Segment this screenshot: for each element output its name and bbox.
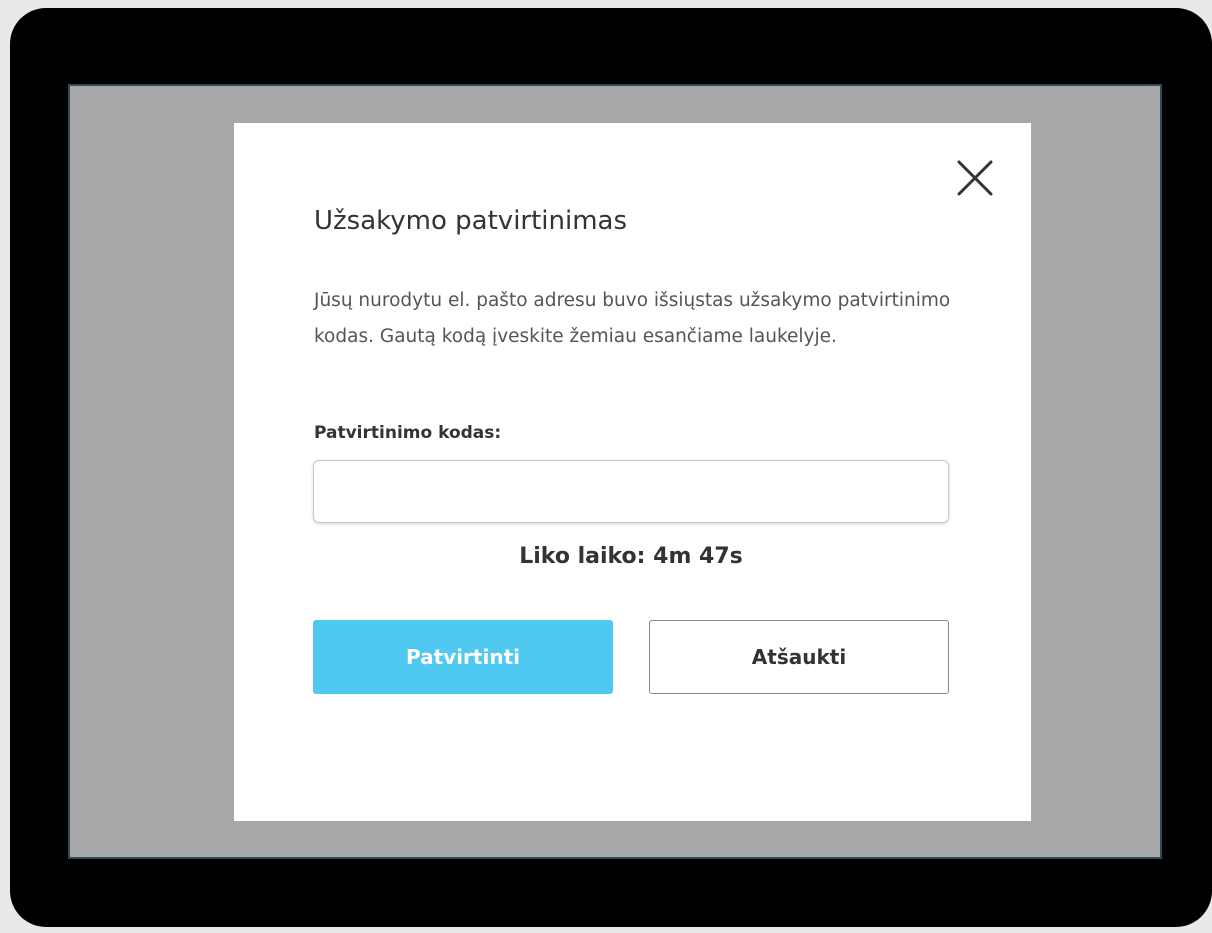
- cancel-button[interactable]: Atšaukti: [649, 620, 949, 694]
- timer-label: Liko laiko:: [519, 544, 646, 569]
- modal-title: Užsakymo patvirtinimas: [314, 206, 628, 236]
- time-remaining: Liko laiko: 4m 47s: [313, 544, 949, 569]
- confirmation-modal: Užsakymo patvirtinimas Jūsų nurodytu el.…: [234, 123, 1031, 821]
- confirmation-code-input[interactable]: [313, 460, 949, 523]
- modal-description: Jūsų nurodytu el. pašto adresu buvo išsi…: [314, 290, 951, 347]
- close-icon: [957, 160, 993, 196]
- code-field-label: Patvirtinimo kodas:: [314, 423, 502, 443]
- close-button[interactable]: [952, 155, 998, 201]
- timer-value: 4m 47s: [653, 544, 743, 569]
- confirm-button[interactable]: Patvirtinti: [313, 620, 613, 694]
